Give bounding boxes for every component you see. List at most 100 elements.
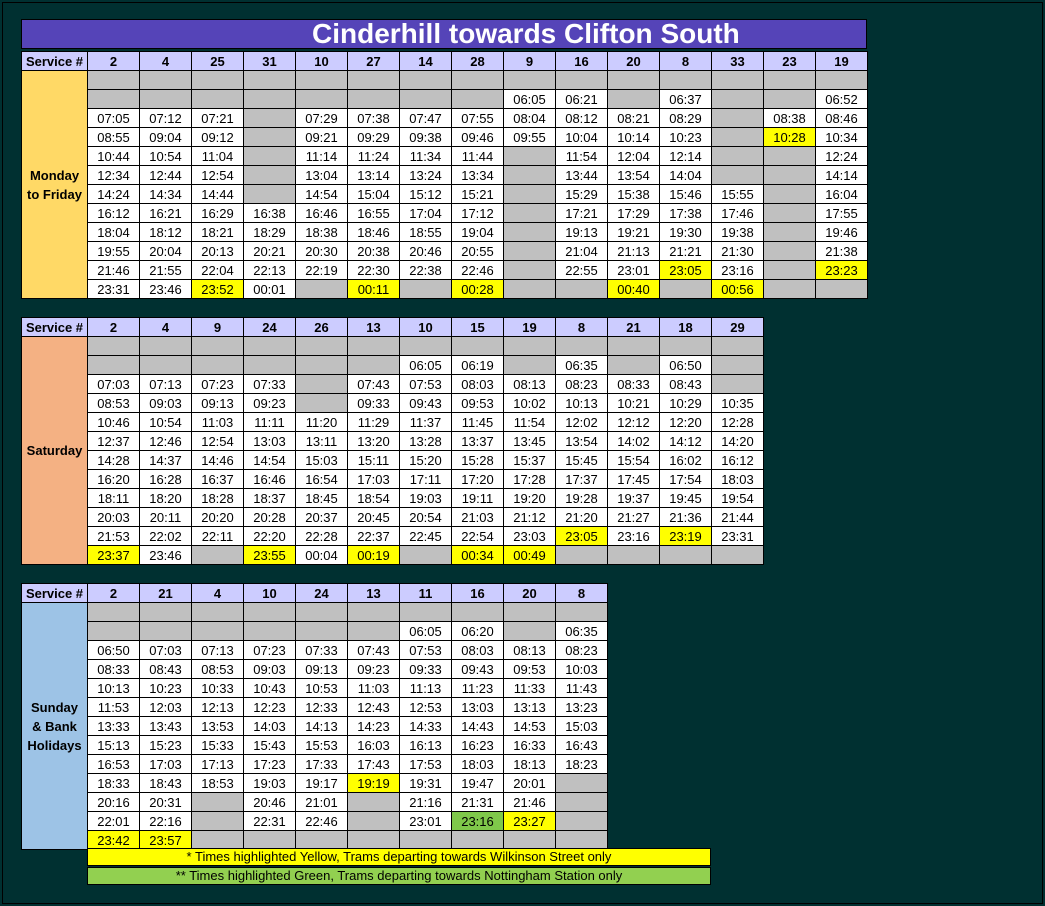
departure-time: 12:13 <box>191 697 244 717</box>
departure-time: 12:44 <box>139 165 192 185</box>
day-label-line: to Friday <box>27 186 82 202</box>
empty-cell <box>711 355 764 375</box>
departure-time: 22:01 <box>87 811 140 831</box>
empty-cell <box>503 621 556 641</box>
departure-time: 06:05 <box>503 89 556 109</box>
departure-time: 00:40 <box>607 279 660 299</box>
departure-time: 12:14 <box>659 146 712 166</box>
empty-cell <box>295 621 348 641</box>
departure-time: 14:24 <box>87 184 140 204</box>
service-number: 24 <box>295 583 348 603</box>
empty-cell <box>711 89 764 109</box>
departure-time: 06:50 <box>659 355 712 375</box>
note-yellow: * Times highlighted Yellow, Trams depart… <box>87 848 711 866</box>
service-number: 29 <box>711 317 764 337</box>
departure-time: 09:03 <box>139 393 192 413</box>
empty-cell <box>711 108 764 128</box>
departure-time: 19:46 <box>815 222 868 242</box>
departure-time: 13:44 <box>555 165 608 185</box>
departure-time: 10:23 <box>659 127 712 147</box>
departure-time: 17:23 <box>243 754 296 774</box>
empty-cell <box>607 545 660 565</box>
departure-time: 20:03 <box>87 507 140 527</box>
empty-cell <box>763 184 816 204</box>
departure-time: 07:23 <box>191 374 244 394</box>
note-green: ** Times highlighted Green, Trams depart… <box>87 867 711 885</box>
departure-time: 16:38 <box>243 203 296 223</box>
departure-time: 15:38 <box>607 184 660 204</box>
departure-time: 18:33 <box>87 773 140 793</box>
empty-cell <box>607 70 660 90</box>
service-number: 23 <box>763 51 816 71</box>
service-number: 33 <box>711 51 764 71</box>
departure-time: 16:12 <box>711 450 764 470</box>
empty-cell <box>451 89 504 109</box>
departure-time: 14:04 <box>659 165 712 185</box>
service-header-label: Service # <box>21 317 88 337</box>
empty-cell <box>295 89 348 109</box>
departure-time: 18:29 <box>243 222 296 242</box>
departure-time: 23:46 <box>139 279 192 299</box>
departure-time: 15:04 <box>347 184 400 204</box>
departure-time: 08:38 <box>763 108 816 128</box>
departure-time: 12:28 <box>711 412 764 432</box>
service-number: 10 <box>243 583 296 603</box>
empty-cell <box>243 602 296 622</box>
departure-time: 22:13 <box>243 260 296 280</box>
departure-time: 16:04 <box>815 184 868 204</box>
departure-time: 18:37 <box>243 488 296 508</box>
departure-time: 07:43 <box>347 374 400 394</box>
departure-time: 16:02 <box>659 450 712 470</box>
empty-cell <box>503 279 556 299</box>
departure-time: 23:05 <box>555 526 608 546</box>
departure-time: 13:14 <box>347 165 400 185</box>
departure-time: 21:13 <box>607 241 660 261</box>
departure-time: 09:04 <box>139 127 192 147</box>
departure-time: 13:54 <box>555 431 608 451</box>
departure-time: 22:37 <box>347 526 400 546</box>
departure-time: 18:53 <box>191 773 244 793</box>
service-number: 19 <box>815 51 868 71</box>
departure-time: 19:31 <box>399 773 452 793</box>
empty-cell <box>139 355 192 375</box>
departure-time: 10:53 <box>295 678 348 698</box>
departure-time: 12:23 <box>243 697 296 717</box>
departure-time: 18:12 <box>139 222 192 242</box>
departure-time: 00:56 <box>711 279 764 299</box>
departure-time: 08:43 <box>139 659 192 679</box>
departure-time: 12:34 <box>87 165 140 185</box>
departure-time: 22:30 <box>347 260 400 280</box>
departure-time: 17:55 <box>815 203 868 223</box>
departure-time: 14:46 <box>191 450 244 470</box>
empty-cell <box>503 602 556 622</box>
empty-cell <box>503 203 556 223</box>
service-number: 18 <box>659 317 712 337</box>
departure-time: 07:13 <box>139 374 192 394</box>
departure-time: 06:35 <box>555 355 608 375</box>
departure-time: 19:13 <box>555 222 608 242</box>
empty-cell <box>555 545 608 565</box>
departure-time: 11:43 <box>555 678 608 698</box>
empty-cell <box>191 70 244 90</box>
departure-time: 17:43 <box>347 754 400 774</box>
departure-time: 08:29 <box>659 108 712 128</box>
empty-cell <box>295 830 348 850</box>
departure-time: 17:04 <box>399 203 452 223</box>
departure-time: 10:54 <box>139 412 192 432</box>
departure-time: 14:02 <box>607 431 660 451</box>
departure-time: 13:24 <box>399 165 452 185</box>
departure-time: 14:13 <box>295 716 348 736</box>
departure-time: 15:20 <box>399 450 452 470</box>
empty-cell <box>243 108 296 128</box>
departure-time: 22:28 <box>295 526 348 546</box>
departure-time: 15:55 <box>711 184 764 204</box>
departure-time: 15:03 <box>555 716 608 736</box>
service-number: 13 <box>347 583 400 603</box>
departure-time: 09:33 <box>347 393 400 413</box>
empty-cell <box>711 165 764 185</box>
empty-cell <box>555 811 608 831</box>
departure-time: 07:33 <box>243 374 296 394</box>
empty-cell <box>139 70 192 90</box>
departure-time: 14:53 <box>503 716 556 736</box>
departure-time: 09:13 <box>295 659 348 679</box>
